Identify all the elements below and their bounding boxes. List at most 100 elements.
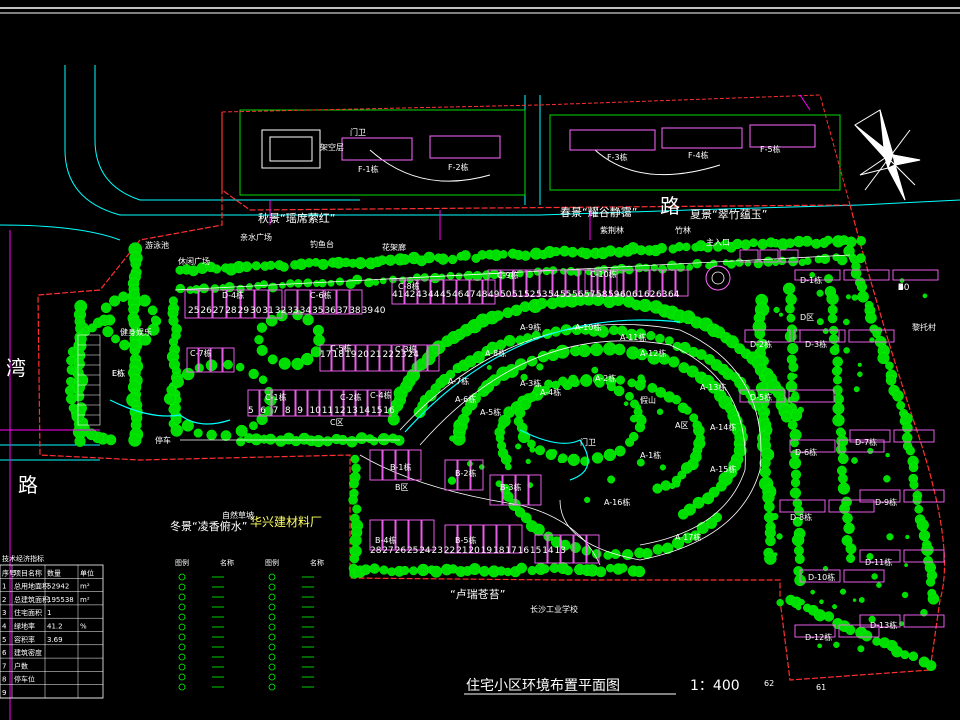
unit-number: 24 [419, 546, 431, 556]
tree [788, 362, 799, 372]
tree [267, 354, 278, 365]
unit-number: 12 [334, 406, 345, 416]
tree [499, 250, 508, 259]
area-label: 休闲广场 [178, 256, 210, 266]
tree [236, 437, 246, 447]
unit-number: 18 [333, 350, 345, 360]
main-entrance-label: 主入口 [706, 237, 730, 247]
tree [773, 306, 780, 314]
tree [119, 339, 130, 351]
tree [911, 462, 917, 468]
tree [352, 504, 362, 514]
unit-number: 10 [310, 406, 322, 416]
tree [816, 289, 824, 297]
unit-number: 45 [440, 290, 451, 300]
tree [615, 375, 626, 385]
tree [858, 597, 865, 603]
area-label: D区 [800, 313, 814, 322]
area-label: 亲水广场 [240, 232, 272, 242]
tree [793, 545, 804, 556]
tree [520, 250, 531, 261]
tree [540, 564, 550, 574]
tree [423, 251, 436, 264]
tree [504, 463, 512, 471]
legend-symbol [268, 673, 276, 681]
table-cell: 9 [2, 689, 6, 697]
tree [313, 334, 325, 347]
tree [454, 420, 460, 427]
legend-symbol [178, 583, 186, 591]
area-label: 健身娱乐 [120, 327, 152, 337]
tree [759, 466, 771, 478]
tree [534, 445, 546, 456]
building-label: C-2栋 [340, 392, 362, 402]
tree [878, 343, 884, 348]
tree [150, 315, 160, 325]
tree [927, 593, 940, 605]
tree [468, 563, 481, 576]
road-label-west-bottom: 路 [18, 473, 38, 497]
tree [905, 534, 910, 540]
tree [774, 392, 781, 399]
tree [837, 254, 848, 266]
tree [793, 566, 804, 576]
tree [886, 533, 894, 541]
building-label: A-7栋 [448, 376, 469, 386]
tree [607, 475, 616, 484]
legend-symbol [268, 613, 276, 621]
tree [591, 549, 602, 559]
tree [567, 453, 580, 466]
tree [549, 449, 558, 457]
table-cell: 1 [47, 609, 51, 617]
tree [791, 533, 805, 547]
unit-number: 28 [225, 306, 237, 316]
building-label: B-5栋 [455, 535, 476, 545]
unit-number: 21 [456, 546, 467, 556]
tree [845, 535, 851, 542]
tree [832, 402, 845, 415]
tree [785, 303, 795, 314]
area-label: 门卫 [350, 127, 366, 137]
tree [379, 565, 389, 575]
unit-number: 55 [560, 290, 571, 300]
tree [900, 650, 910, 660]
unit-number: 19 [481, 546, 493, 556]
unit-number: 42 [404, 290, 415, 300]
tree [567, 246, 578, 258]
tree [682, 242, 691, 252]
legend-symbol [178, 653, 186, 661]
tree [525, 458, 531, 465]
unit-number: 32 [275, 306, 286, 316]
area-label: A区 [675, 421, 688, 430]
tree [673, 480, 681, 488]
legend-symbol [268, 603, 276, 611]
tree [827, 313, 838, 324]
south-scene-label: “卢瑞苍苔” [450, 587, 505, 601]
table-cell: 绿地率 [14, 622, 35, 631]
tree [857, 645, 865, 653]
tree [843, 522, 855, 534]
tree [845, 294, 851, 300]
tree [400, 565, 410, 575]
building-label: D-13栋 [870, 620, 897, 630]
tree [278, 357, 291, 370]
tree [555, 344, 570, 359]
tree [591, 366, 599, 374]
table-cell: 4 [2, 623, 7, 631]
unit-number: 23 [395, 350, 406, 360]
f2-label: F-2栋 [448, 162, 469, 172]
building-label: A-14栋 [710, 422, 736, 432]
tree [901, 591, 909, 599]
tree [637, 374, 645, 382]
tree [66, 364, 77, 375]
tree [856, 281, 868, 293]
tree [172, 376, 184, 388]
unit-number: 20 [358, 350, 370, 360]
building-label: D-8栋 [790, 512, 812, 522]
tree [885, 361, 894, 371]
building-label: B-3栋 [500, 482, 521, 492]
tree [604, 245, 616, 257]
unit-number: 35 [312, 306, 323, 316]
tree [904, 563, 909, 568]
tree [352, 274, 363, 285]
